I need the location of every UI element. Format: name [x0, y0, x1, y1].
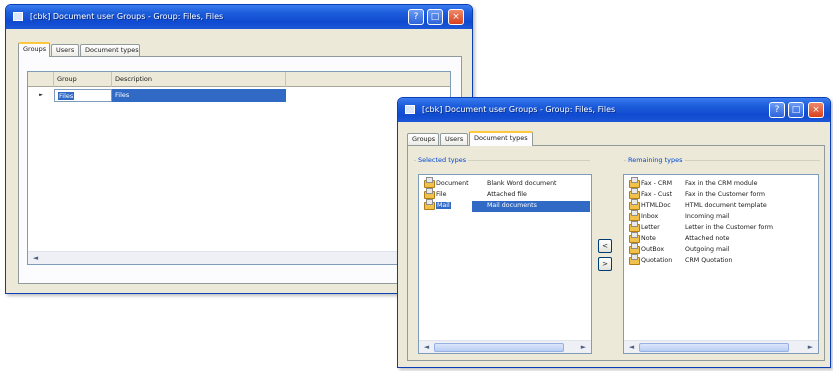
maximize-button[interactable]: □ — [788, 102, 804, 118]
document-type-icon — [424, 199, 435, 210]
group-cell[interactable]: Files — [54, 89, 112, 102]
remaining-types-label: Remaining types — [626, 156, 685, 164]
document-type-icon — [629, 243, 640, 254]
scroll-left-arrow-icon[interactable]: ◄ — [421, 342, 432, 353]
scroll-thumb[interactable] — [434, 343, 564, 352]
document-type-icon — [629, 232, 640, 243]
help-button[interactable]: ? — [769, 102, 785, 118]
type-description: Incoming mail — [685, 213, 730, 220]
type-name: Letter — [641, 224, 660, 231]
tab-document-types[interactable]: Document types — [80, 44, 140, 56]
list-item[interactable]: HTMLDoc HTML document template — [627, 199, 815, 212]
type-description: Attached note — [685, 235, 730, 242]
scroll-right-arrow-icon[interactable]: ► — [805, 342, 816, 353]
document-type-icon — [629, 199, 640, 210]
list-item[interactable]: Note Attached note — [627, 232, 815, 245]
type-name: Inbox — [641, 213, 659, 220]
document-type-icon — [629, 177, 640, 188]
list-item[interactable]: Fax - CRM Fax in the CRM module — [627, 177, 815, 190]
window-icon — [405, 105, 415, 114]
type-description: Blank Word document — [487, 180, 557, 187]
move-right-button[interactable]: > — [598, 257, 612, 271]
list-item[interactable]: Fax - Cust Fax in the Customer form — [627, 188, 815, 201]
type-description: CRM Quotation — [685, 257, 733, 264]
scroll-right-arrow-icon[interactable]: ► — [578, 342, 589, 353]
list-item[interactable]: Inbox Incoming mail — [627, 210, 815, 223]
back-window-titlebar[interactable]: [cbk] Document user Groups - Group: File… — [6, 5, 472, 29]
remaining-list-scrollbar[interactable]: ◄ ► — [624, 340, 818, 353]
help-button[interactable]: ? — [408, 9, 424, 25]
list-item[interactable]: Letter Letter in the Customer form — [627, 221, 815, 234]
document-type-icon — [629, 210, 640, 221]
scroll-left-arrow-icon[interactable]: ◄ — [626, 342, 637, 353]
list-item[interactable]: Quotation CRM Quotation — [627, 254, 815, 267]
grid-header: Group Description — [28, 72, 450, 87]
tab-groups[interactable]: Groups — [407, 133, 439, 145]
type-description: Outgoing mail — [685, 246, 730, 253]
front-tab-strip: Groups Users Document types — [407, 131, 607, 146]
selected-types-list[interactable]: Document Blank Word document File Attach… — [418, 174, 592, 354]
close-button[interactable]: × — [808, 102, 824, 118]
table-row[interactable]: ► Files Files — [28, 89, 450, 102]
type-name: HTMLDoc — [641, 202, 671, 209]
window-icon — [13, 12, 23, 21]
tab-users[interactable]: Users — [440, 133, 468, 145]
column-header-description[interactable]: Description — [112, 72, 286, 87]
back-window-title: [cbk] Document user Groups - Group: File… — [30, 12, 224, 21]
close-button[interactable]: × — [448, 9, 464, 25]
column-header-group[interactable]: Group — [54, 72, 112, 87]
maximize-button[interactable]: □ — [427, 9, 443, 25]
front-window: [cbk] Document user Groups - Group: File… — [397, 97, 831, 368]
list-item[interactable]: OutBox Outgoing mail — [627, 243, 815, 256]
move-left-button[interactable]: < — [598, 239, 612, 253]
row-indicator-header — [28, 72, 54, 87]
type-name: Fax - Cust — [641, 191, 673, 198]
tab-groups[interactable]: Groups — [18, 42, 50, 57]
document-type-icon — [629, 221, 640, 232]
front-window-title: [cbk] Document user Groups - Group: File… — [422, 105, 616, 114]
front-window-titlebar[interactable]: [cbk] Document user Groups - Group: File… — [398, 98, 830, 122]
document-type-icon — [424, 188, 435, 199]
list-item[interactable]: File Attached file — [422, 188, 588, 201]
selected-types-label: Selected types — [416, 156, 469, 164]
list-item[interactable]: Document Blank Word document — [422, 177, 588, 190]
row-indicator: ► — [39, 92, 43, 98]
scroll-left-arrow-icon[interactable]: ◄ — [30, 253, 41, 264]
description-cell[interactable]: Files — [112, 89, 286, 102]
groups-grid: Group Description ► Files Files ◄ — [27, 71, 451, 265]
grid-horizontal-scrollbar[interactable]: ◄ — [28, 251, 450, 264]
list-item-selected[interactable]: Mail Mail documents — [422, 199, 590, 212]
tab-users[interactable]: Users — [51, 44, 79, 56]
tab-document-types[interactable]: Document types — [469, 131, 533, 146]
document-type-icon — [629, 254, 640, 265]
scroll-thumb[interactable] — [639, 343, 789, 352]
selected-list-scrollbar[interactable]: ◄ ► — [419, 340, 591, 353]
type-name: Mail — [436, 202, 451, 209]
type-description: Letter in the Customer form — [685, 224, 774, 231]
document-type-icon — [629, 188, 640, 199]
type-name: Quotation — [641, 257, 673, 264]
type-description: HTML document template — [685, 202, 767, 209]
document-type-icon — [424, 177, 435, 188]
type-name: Document — [436, 180, 469, 187]
type-name: OutBox — [641, 246, 665, 253]
type-name: Fax - CRM — [641, 180, 673, 187]
type-description: Fax in the Customer form — [685, 191, 765, 198]
remaining-types-list[interactable]: Fax - CRM Fax in the CRM module Fax - Cu… — [623, 174, 819, 354]
type-name: File — [436, 191, 447, 198]
type-name: Note — [641, 235, 656, 242]
type-description: Mail documents — [472, 201, 590, 212]
type-description: Fax in the CRM module — [685, 180, 758, 187]
group-value: Files — [58, 92, 75, 100]
back-tab-strip: Groups Users Document types — [18, 42, 218, 57]
back-tab-panel: Group Description ► Files Files ◄ — [18, 56, 462, 284]
type-description: Attached file — [487, 191, 527, 198]
front-tab-panel: Selected types Remaining types Document … — [407, 145, 825, 361]
